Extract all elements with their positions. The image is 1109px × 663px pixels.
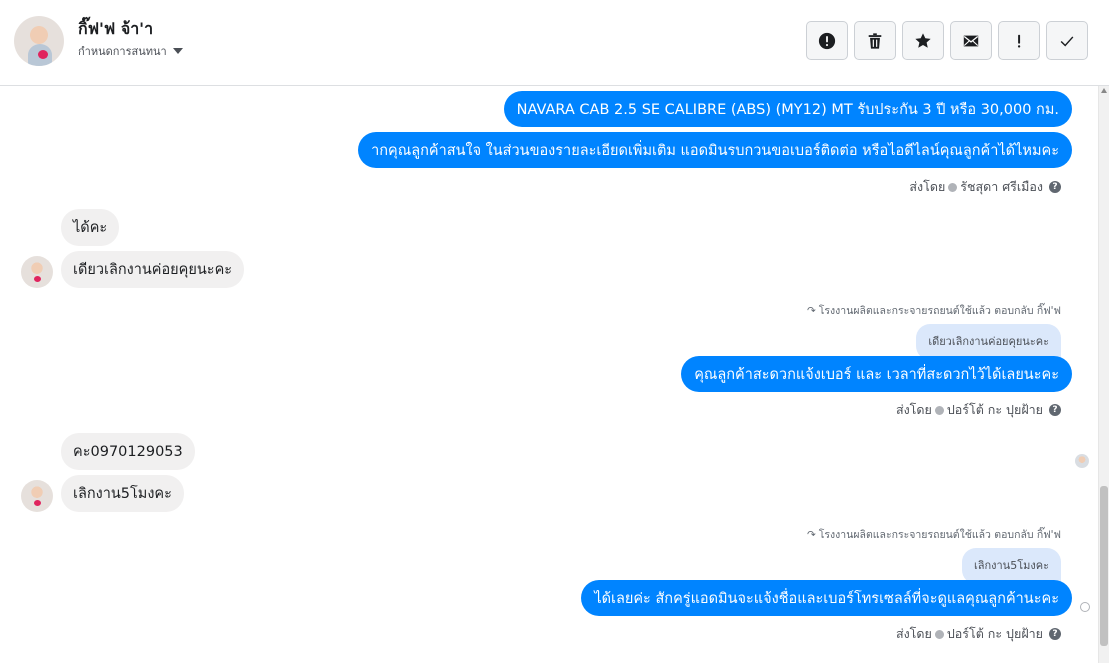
mark-done-button[interactable] <box>1046 21 1088 60</box>
sender-name: รัชสุดา ศรีเมือง <box>960 179 1043 194</box>
sent-by-prefix: ส่งโดย <box>895 626 932 641</box>
sent-by-prefix: ส่งโดย <box>909 179 946 194</box>
reply-arrow-icon: ↷ <box>806 304 816 317</box>
help-icon[interactable]: ? <box>1049 404 1061 416</box>
reply-note-text: โรงงานผลิตและกระจายรถยนต์ใช้แล้ว ตอบกลับ… <box>818 305 1061 317</box>
reply-arrow-icon: ↷ <box>806 528 816 541</box>
reply-note: ↷ โรงงานผลิตและกระจายรถยนต์ใช้แล้ว ตอบกล… <box>807 302 1061 319</box>
follow-up-button[interactable] <box>998 21 1040 60</box>
mark-unread-button[interactable] <box>950 21 992 60</box>
contact-avatar[interactable] <box>14 16 64 66</box>
envelope-icon <box>963 35 979 46</box>
heart-icon <box>34 500 41 506</box>
outgoing-message[interactable]: คุณลูกค้าสะดวกแจ้งเบอร์ และ เวลาที่สะดวก… <box>681 356 1072 392</box>
conversation-toolbar <box>806 21 1088 60</box>
sent-by-prefix: ส่งโดย <box>895 402 932 417</box>
sender-name: ปอร์โต้ กะ ปุยฝ้าย <box>946 402 1043 417</box>
incoming-message[interactable]: เดียวเลิกงานค่อยคุยนะคะ <box>61 251 245 288</box>
scroll-up-icon[interactable] <box>1101 88 1107 93</box>
verified-icon <box>934 629 944 639</box>
sent-by-label: ส่งโดย รัชสุดา ศรีเมือง ? <box>909 177 1061 197</box>
contact-name[interactable]: กิ๊ฟ'ฟ จ้า'า <box>78 17 153 42</box>
conversation-header: กิ๊ฟ'ฟ จ้า'า กำหนดการสนทนา <box>0 0 1109 86</box>
reply-note: ↷ โรงงานผลิตและกระจายรถยนต์ใช้แล้ว ตอบกล… <box>807 526 1061 543</box>
heart-icon <box>38 50 48 59</box>
sent-by-label: ส่งโดย ปอร์โต้ กะ ปุยฝ้าย ? <box>896 400 1061 420</box>
conversation-settings-dropdown[interactable]: กำหนดการสนทนา <box>78 42 183 60</box>
star-button[interactable] <box>902 21 944 60</box>
outgoing-message[interactable]: NAVARA CAB 2.5 SE CALIBRE (ABS) (MY12) M… <box>503 91 1072 127</box>
heart-icon <box>34 276 41 282</box>
seen-avatar-icon <box>1075 454 1089 468</box>
contact-avatar-small[interactable] <box>21 256 53 288</box>
caret-down-icon <box>172 48 183 54</box>
message-thread[interactable]: NAVARA CAB 2.5 SE CALIBRE (ABS) (MY12) M… <box>0 86 1098 663</box>
incoming-message[interactable]: ได้คะ <box>61 209 120 246</box>
outgoing-message[interactable]: ได้เลยค่ะ สักครู่แอดมินจะแจ้งชื่อและเบอร… <box>581 580 1072 616</box>
contact-avatar-small[interactable] <box>21 480 53 512</box>
check-icon <box>1060 35 1074 47</box>
help-icon[interactable]: ? <box>1049 181 1061 193</box>
mark-spam-button[interactable] <box>806 21 848 60</box>
star-icon <box>915 32 931 48</box>
alert-circle-icon <box>818 32 836 49</box>
sender-name: ปอร์โต้ กะ ปุยฝ้าย <box>946 626 1043 641</box>
exclamation-icon <box>1017 34 1021 48</box>
outgoing-message[interactable]: ากคุณลูกค้าสนใจ ในส่วนของรายละเอียดเพิ่ม… <box>358 132 1072 168</box>
trash-icon <box>868 32 882 49</box>
scrollbar-thumb[interactable] <box>1100 486 1108 646</box>
incoming-message[interactable]: เลิกงาน5โมงคะ <box>61 475 184 512</box>
sent-by-label: ส่งโดย ปอร์โต้ กะ ปุยฝ้าย ? <box>896 624 1061 644</box>
delete-button[interactable] <box>854 21 896 60</box>
verified-icon <box>948 182 958 192</box>
reply-note-text: โรงงานผลิตและกระจายรถยนต์ใช้แล้ว ตอบกลับ… <box>818 529 1061 541</box>
conversation-settings-label: กำหนดการสนทนา <box>78 45 167 58</box>
quoted-message[interactable]: เดียวเลิกงานค่อยคุยนะคะ <box>916 324 1061 360</box>
incoming-message[interactable]: คะ0970129053 <box>61 433 195 470</box>
quoted-message[interactable]: เลิกงาน5โมงคะ <box>961 548 1061 584</box>
delivered-icon <box>1080 602 1090 612</box>
help-icon[interactable]: ? <box>1049 628 1061 640</box>
verified-icon <box>934 405 944 415</box>
